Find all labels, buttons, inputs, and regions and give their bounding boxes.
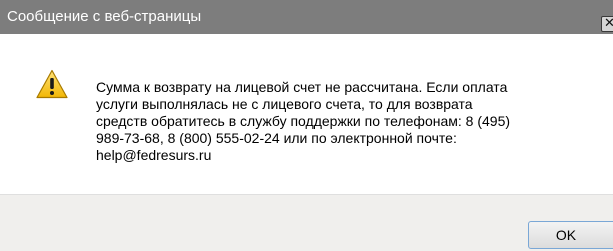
title-bar[interactable]: Сообщение с веб-страницы ✕ — [0, 0, 613, 34]
close-button[interactable]: ✕ — [601, 15, 613, 32]
dialog-footer: OK — [0, 194, 613, 251]
close-icon: ✕ — [604, 15, 613, 30]
ok-button[interactable]: OK — [528, 221, 613, 249]
warning-icon — [36, 69, 68, 99]
dialog-window: Сообщение с веб-страницы ✕ Сумма к возвр… — [0, 0, 613, 251]
dialog-content: Сумма к возврату на лицевой счет не расс… — [0, 34, 613, 194]
ok-button-label: OK — [555, 227, 577, 243]
dialog-title: Сообщение с веб-страницы — [7, 8, 202, 25]
message-text: Сумма к возврату на лицевой счет не расс… — [96, 79, 511, 163]
